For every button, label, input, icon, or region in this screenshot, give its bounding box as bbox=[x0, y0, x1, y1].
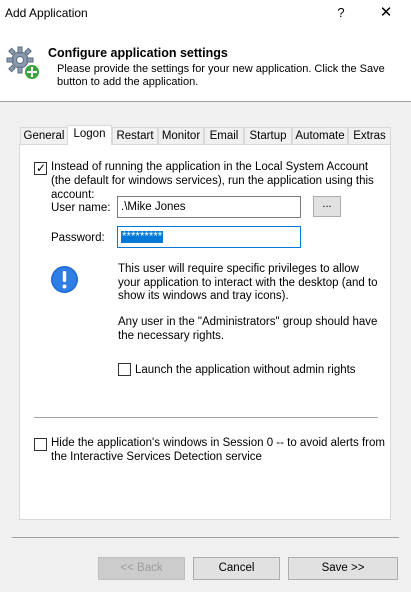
launch-without-admin-label: Launch the application without admin rig… bbox=[135, 364, 356, 376]
cancel-button[interactable]: Cancel bbox=[193, 557, 280, 580]
tab-restart[interactable]: Restart bbox=[112, 127, 158, 145]
tab-monitor[interactable]: Monitor bbox=[158, 127, 204, 145]
gear-add-icon bbox=[6, 46, 39, 79]
close-button[interactable]: ✕ bbox=[372, 2, 400, 24]
launch-without-admin-checkbox[interactable] bbox=[118, 363, 131, 376]
header-description: Please provide the settings for your new… bbox=[57, 63, 385, 88]
username-field[interactable]: .\Mike Jones bbox=[117, 196, 301, 218]
privileges-info-text: This user will require specific privileg… bbox=[118, 263, 378, 302]
username-value: .\Mike Jones bbox=[121, 201, 186, 213]
tab-startup[interactable]: Startup bbox=[244, 127, 292, 145]
dialog-header: Configure application settings Please pr… bbox=[0, 28, 411, 102]
info-icon bbox=[51, 266, 78, 293]
help-button[interactable]: ? bbox=[330, 2, 352, 24]
tab-email[interactable]: Email bbox=[204, 127, 244, 145]
tab-automate[interactable]: Automate bbox=[292, 127, 348, 145]
window-title: Add Application bbox=[5, 6, 88, 20]
separator bbox=[34, 417, 378, 418]
username-label: User name: bbox=[51, 202, 111, 214]
password-field[interactable]: ********* bbox=[117, 226, 301, 248]
header-title: Configure application settings bbox=[48, 46, 228, 60]
browse-user-button[interactable]: ... bbox=[313, 196, 341, 217]
tab-general[interactable]: General bbox=[20, 127, 68, 145]
checkmark-icon: ✓ bbox=[36, 161, 47, 175]
password-value: ********* bbox=[121, 231, 164, 243]
logon-panel: ✓ Instead of running the application in … bbox=[19, 144, 391, 520]
save-button[interactable]: Save >> bbox=[288, 557, 398, 580]
tab-extras[interactable]: Extras bbox=[348, 127, 391, 145]
tab-logon[interactable]: Logon bbox=[67, 125, 112, 145]
administrators-info-text: Any user in the "Administrators" group s… bbox=[118, 316, 378, 342]
back-button[interactable]: << Back bbox=[98, 557, 185, 580]
password-label: Password: bbox=[51, 232, 105, 244]
hide-session0-label: Hide the application's windows in Sessio… bbox=[51, 437, 385, 463]
footer-separator bbox=[12, 537, 399, 538]
title-bar: Add Application ? ✕ bbox=[0, 0, 411, 28]
hide-session0-checkbox[interactable] bbox=[34, 438, 47, 451]
run-as-checkbox[interactable]: ✓ bbox=[34, 161, 47, 175]
